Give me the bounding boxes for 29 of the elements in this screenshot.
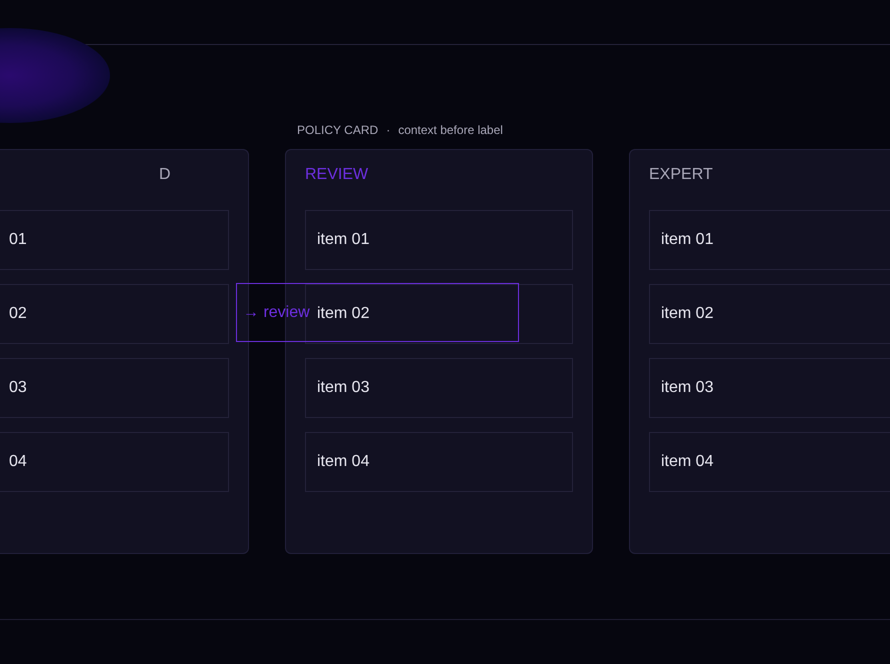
item-card[interactable]: item 03 <box>305 358 573 418</box>
item-label: 03 <box>9 379 27 397</box>
item-label: item 02 <box>317 305 370 323</box>
item-card[interactable]: item 04 <box>305 432 573 492</box>
item-card[interactable]: item 01 <box>649 210 890 270</box>
item-label: item 03 <box>317 379 370 397</box>
item-label: 02 <box>9 305 27 323</box>
item-label: item 03 <box>661 379 714 397</box>
caption-subtitle: context before label <box>398 123 503 139</box>
item-label: 04 <box>9 453 27 471</box>
item-card[interactable]: item 01 <box>305 210 573 270</box>
item-label: 01 <box>9 231 27 249</box>
caption-separator: · <box>386 123 390 139</box>
item-label: item 04 <box>661 453 714 471</box>
item-card[interactable]: 03 <box>0 358 229 418</box>
item-label: item 01 <box>661 231 714 249</box>
item-card[interactable]: 02 <box>0 284 229 344</box>
item-card[interactable]: 04 <box>0 432 229 492</box>
item-label: item 04 <box>317 453 370 471</box>
column-title: EXPERT <box>649 165 714 185</box>
item-card[interactable]: item 02 <box>649 284 890 344</box>
column-title: D <box>158 165 172 185</box>
item-card[interactable]: item 03 <box>649 358 890 418</box>
caption-title: POLICY CARD <box>297 123 378 139</box>
item-card[interactable]: 01 <box>0 210 229 270</box>
item-label: item 02 <box>661 305 714 323</box>
column-title: REVIEW <box>305 165 370 185</box>
item-label: item 01 <box>317 231 370 249</box>
item-card[interactable]: item 04 <box>649 432 890 492</box>
